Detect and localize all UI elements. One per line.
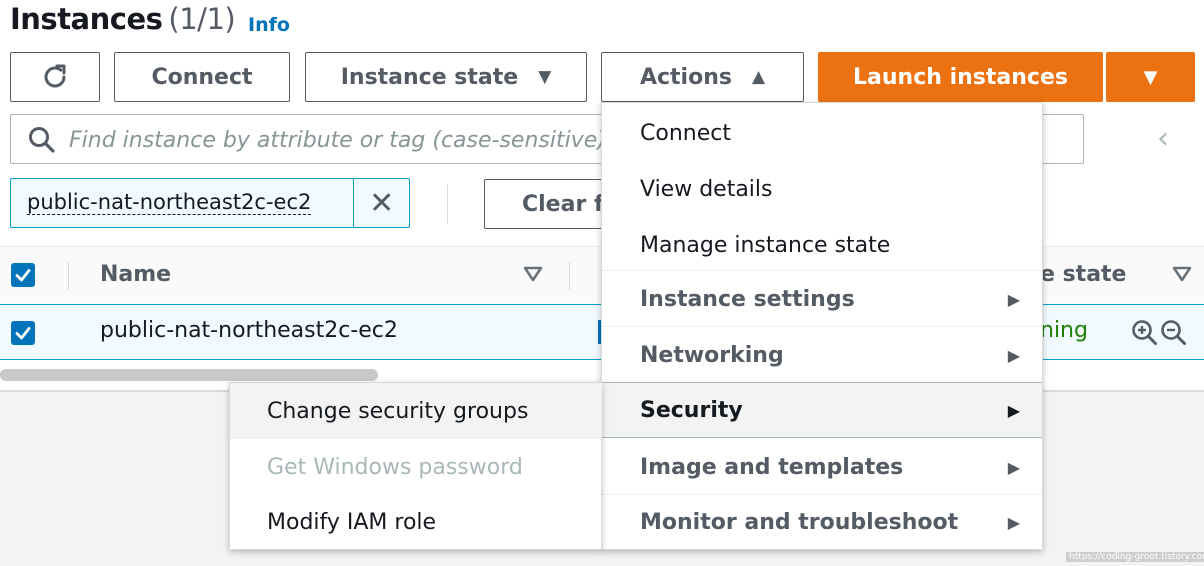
zoom-in-icon[interactable] xyxy=(1131,319,1158,346)
check-icon xyxy=(15,269,31,282)
actions-menu: Connect View details Manage instance sta… xyxy=(601,102,1043,550)
info-link[interactable]: Info xyxy=(248,14,290,36)
sort-icon[interactable] xyxy=(522,265,544,283)
scrollbar-thumb[interactable] xyxy=(0,369,378,381)
watermark: https://coding-groot.tistory.com xyxy=(1066,552,1204,562)
menu-item-security[interactable]: Security ▶ xyxy=(602,382,1042,438)
menu-item-label: Networking xyxy=(640,342,784,368)
menu-item-connect[interactable]: Connect xyxy=(602,105,1042,161)
submenu-item-label: Change security groups xyxy=(267,398,529,424)
actions-button[interactable]: Actions ▲ xyxy=(601,52,804,102)
submenu-item-label: Modify IAM role xyxy=(267,509,437,535)
menu-item-label: Manage instance state xyxy=(640,232,891,258)
check-icon xyxy=(15,327,31,340)
column-divider xyxy=(68,262,69,290)
divider xyxy=(447,184,448,224)
menu-item-label: Image and templates xyxy=(640,454,904,480)
chevron-left-icon[interactable]: ‹ xyxy=(1148,118,1178,158)
row-checkbox[interactable] xyxy=(11,321,35,345)
submenu-item-modify-iam-role[interactable]: Modify IAM role xyxy=(230,494,602,550)
filter-token-label[interactable]: public-nat-northeast2c-ec2 xyxy=(11,179,353,227)
caret-right-icon: ▶ xyxy=(1007,512,1020,532)
menu-item-monitor-and-troubleshoot[interactable]: Monitor and troubleshoot ▶ xyxy=(602,494,1042,550)
page-title-text: Instances xyxy=(10,2,163,36)
filter-token: public-nat-northeast2c-ec2 ✕ xyxy=(10,178,410,228)
instance-state-label: Instance state xyxy=(340,64,519,90)
instance-state-button[interactable]: Instance state ▼ xyxy=(305,52,587,102)
select-all-checkbox[interactable] xyxy=(11,263,35,287)
refresh-icon xyxy=(44,64,66,88)
actions-label: Actions xyxy=(639,64,732,90)
caret-up-icon: ▲ xyxy=(751,67,766,87)
submenu-item-get-windows-password: Get Windows password xyxy=(230,439,602,495)
menu-item-manage-instance-state[interactable]: Manage instance state xyxy=(602,217,1042,273)
instance-count: (1/1) xyxy=(168,2,236,36)
menu-item-image-and-templates[interactable]: Image and templates ▶ xyxy=(602,439,1042,495)
security-submenu: Change security groups Get Windows passw… xyxy=(229,382,602,550)
caret-down-icon: ▼ xyxy=(538,67,552,87)
instance-name-cell: public-nat-northeast2c-ec2 xyxy=(100,318,398,343)
column-header-name[interactable]: Name xyxy=(100,262,171,287)
refresh-button[interactable] xyxy=(10,52,100,102)
caret-right-icon: ▶ xyxy=(1007,457,1020,477)
caret-down-icon: ▼ xyxy=(1143,66,1158,88)
zoom-out-icon[interactable] xyxy=(1160,319,1187,346)
menu-item-view-details[interactable]: View details xyxy=(602,161,1042,217)
menu-item-label: Instance settings xyxy=(640,286,855,312)
launch-instances-button[interactable]: Launch instances xyxy=(818,52,1103,102)
connect-button[interactable]: Connect xyxy=(114,52,290,102)
caret-right-icon: ▶ xyxy=(1007,400,1020,420)
caret-right-icon: ▶ xyxy=(1007,345,1020,365)
close-icon[interactable]: ✕ xyxy=(353,179,409,227)
menu-item-label: Monitor and troubleshoot xyxy=(640,509,959,535)
launch-dropdown-button[interactable]: ▼ xyxy=(1106,52,1195,102)
menu-item-networking[interactable]: Networking ▶ xyxy=(602,327,1042,383)
page-title: Instances (1/1) xyxy=(10,2,236,36)
submenu-item-label: Get Windows password xyxy=(267,454,523,480)
menu-item-label: Connect xyxy=(640,120,731,146)
caret-right-icon: ▶ xyxy=(1007,289,1020,309)
menu-item-label: Security xyxy=(640,397,743,423)
search-icon xyxy=(29,127,55,153)
menu-item-instance-settings[interactable]: Instance settings ▶ xyxy=(602,271,1042,327)
menu-item-label: View details xyxy=(640,176,773,202)
search-input[interactable] xyxy=(69,123,609,157)
column-divider xyxy=(569,262,570,290)
column-header-instance-state[interactable]: e state xyxy=(1040,262,1126,287)
sort-icon[interactable] xyxy=(1171,265,1193,283)
submenu-item-change-security-groups[interactable]: Change security groups xyxy=(230,383,602,439)
instance-state-cell: ning xyxy=(1040,318,1088,343)
filter-token-text: public-nat-northeast2c-ec2 xyxy=(27,189,312,216)
